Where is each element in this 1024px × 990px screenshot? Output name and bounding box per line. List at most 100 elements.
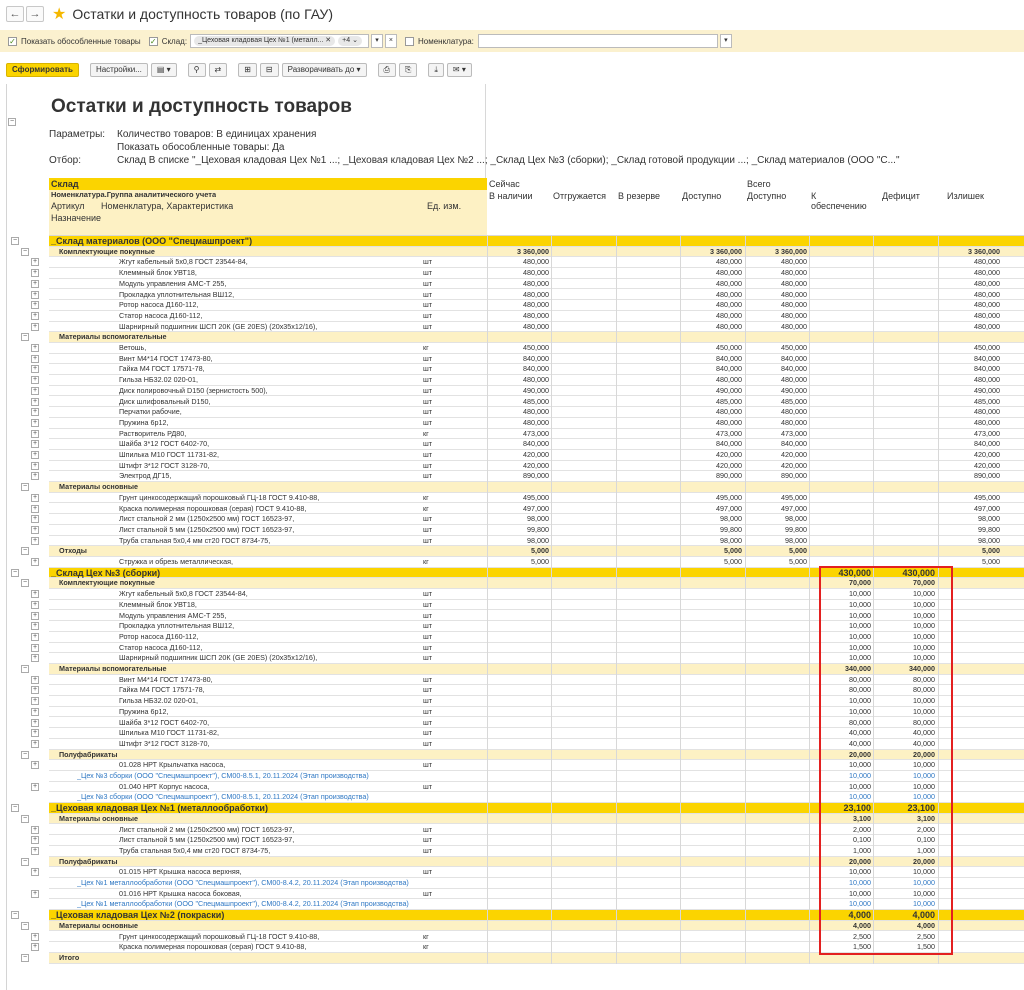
table-row[interactable]: Шайба 3*12 ГОСТ 6402-70, шт 840,000 840,000… [49, 439, 1024, 450]
expand-icon[interactable]: + [31, 590, 39, 599]
expand-icon[interactable]: + [31, 558, 39, 566]
table-row[interactable]: Шарнирный подшипник ШСП 20К (GE 20ES) (2… [49, 321, 1024, 333]
favorite-star-icon[interactable]: ★ [52, 4, 66, 24]
group-expand-icon[interactable]: ⊞ [238, 63, 257, 77]
collapse-icon[interactable]: − [21, 953, 29, 962]
expand-icon[interactable]: + [31, 739, 39, 748]
table-row[interactable]: Модуль управления АМС-Т 255, шт 480,000 480… [49, 278, 1024, 290]
expand-icon[interactable]: + [31, 418, 39, 427]
expand-icon[interactable]: + [31, 440, 39, 449]
table-row[interactable]: Труба стальная 5х0,4 мм ст20 ГОСТ 8734-7… [49, 535, 1024, 547]
expand-icon[interactable]: + [31, 932, 39, 941]
expand-icon[interactable]: + [31, 825, 39, 834]
find-next-icon[interactable]: ⇄ [208, 63, 228, 77]
collapse-icon[interactable]: − [21, 483, 29, 492]
header-warehouse[interactable]: Склад [51, 179, 79, 189]
expand-icon[interactable]: + [31, 354, 39, 363]
warehouse-more-tag[interactable]: +4 ⌄ [338, 36, 362, 46]
collapse-icon[interactable]: − [11, 568, 19, 577]
back-button[interactable]: ← [6, 6, 24, 22]
table-row[interactable]: Гильза НБ32.02 020-01, шт 480,000 480,000 48… [49, 375, 1024, 386]
expand-icon[interactable]: + [31, 515, 39, 524]
header-shipping[interactable]: Отгружается [553, 191, 606, 201]
expand-icon[interactable]: + [31, 846, 39, 855]
group-row[interactable]: Материалы вспомогательные [49, 332, 1024, 343]
expand-icon[interactable]: + [31, 718, 39, 727]
expand-icon[interactable]: + [31, 943, 39, 952]
table-row[interactable]: Ротор насоса Д160-112, шт 480,000 480,000 48… [49, 300, 1024, 311]
group-row[interactable]: Отходы 5,000 5,000 5,000 5,000 [49, 546, 1024, 557]
expand-icon[interactable]: + [31, 493, 39, 502]
collapse-icon[interactable]: − [21, 247, 29, 256]
expand-icon[interactable]: + [31, 675, 39, 684]
collapse-icon[interactable]: − [21, 750, 29, 759]
collapse-icon[interactable]: − [21, 579, 29, 588]
preview-icon[interactable]: ⎘ [398, 63, 418, 77]
table-row[interactable]: Диск полировочный D150 (зернистость 500)… [49, 385, 1024, 397]
table-row[interactable]: Гайка М4 ГОСТ 17571-78, шт 840,000 840,000 8… [49, 364, 1024, 376]
expand-icon[interactable]: + [31, 451, 39, 459]
expand-icon[interactable]: + [31, 868, 39, 877]
checkbox-unchecked-icon[interactable] [404, 36, 414, 46]
expand-icon[interactable]: + [31, 536, 39, 545]
expand-icon[interactable]: + [31, 611, 39, 620]
table-row[interactable]: Перчатки рабочие, шт 480,000 480,000 480,000… [49, 407, 1024, 418]
expand-icon[interactable]: + [31, 836, 39, 845]
collapse-icon[interactable]: − [11, 804, 19, 813]
header-nom-group[interactable]: Номенклатура.Группа аналитического учета [51, 190, 216, 199]
table-row[interactable]: Растворитель РД80, кг 473,000 473,000 473,00… [49, 428, 1024, 440]
header-article[interactable]: Артикул [51, 201, 85, 211]
expand-icon[interactable]: + [31, 729, 39, 738]
group-collapse-icon[interactable]: ⊟ [259, 63, 279, 77]
expand-icon[interactable]: + [31, 782, 39, 791]
table-row[interactable]: Диск шлифовальный D150, шт 485,000 485,000 4… [49, 396, 1024, 408]
collapse-icon[interactable]: − [11, 911, 19, 920]
expand-icon[interactable]: + [31, 397, 39, 406]
table-row[interactable]: Статор насоса Д160-112, шт 480,000 480,000 4… [49, 310, 1024, 322]
forward-button[interactable]: → [26, 6, 44, 22]
expand-icon[interactable]: + [31, 365, 39, 374]
expand-to-button[interactable]: Разворачивать до ▾ [281, 63, 367, 77]
header-surplus[interactable]: Излишек [947, 191, 984, 201]
header-reserved[interactable]: В резерве [618, 191, 660, 201]
settings-button[interactable]: Настройки... [89, 63, 148, 77]
group-row[interactable]: Комплектующие покупные 3 360,000 3 360,000… [49, 246, 1024, 258]
expand-icon[interactable]: + [31, 269, 39, 278]
print-icon[interactable]: ⎙ [377, 63, 396, 77]
expand-icon[interactable]: + [31, 600, 39, 609]
table-row[interactable]: Жгут кабельный 5х0,8 ГОСТ 23544-84, шт 480… [49, 257, 1024, 269]
table-row[interactable]: Лист стальной 5 мм (1250х2500 мм) ГОСТ 1… [49, 524, 1024, 536]
expand-icon[interactable]: + [31, 290, 39, 299]
expand-icon[interactable]: + [31, 322, 39, 331]
search-icon[interactable]: ⚲ [187, 63, 206, 77]
expand-icon[interactable]: + [31, 632, 39, 641]
expand-icon[interactable]: + [31, 472, 39, 481]
checkbox-checked-icon[interactable]: ✓ [148, 36, 158, 46]
table-row[interactable]: Клеммный блок УВТ18, шт 480,000 480,000 480,… [49, 268, 1024, 279]
mail-icon[interactable]: ✉ ▾ [446, 63, 472, 77]
dropdown-icon[interactable]: ▾ [719, 34, 732, 48]
save-icon[interactable]: ⤓ [428, 63, 444, 77]
table-row[interactable]: Краска полимерная порошковая (серая) ГОС… [49, 503, 1024, 515]
collapse-icon[interactable]: − [21, 857, 29, 866]
generate-button[interactable]: Сформировать [6, 63, 79, 77]
header-purpose[interactable]: Назначение [51, 213, 101, 223]
expand-icon[interactable]: + [31, 525, 39, 534]
nomenclature-input[interactable] [477, 34, 718, 48]
variants-button[interactable]: ▤ ▾ [150, 63, 177, 77]
header-nomenclature[interactable]: Номенклатура, Характеристика [101, 201, 233, 211]
expand-icon[interactable]: + [31, 889, 39, 898]
table-row[interactable]: Лист стальной 2 мм (1250х2500 мм) ГОСТ 1… [49, 514, 1024, 525]
collapse-icon[interactable]: − [21, 814, 29, 823]
warehouse-field[interactable]: _Цеховая кладовая Цех №1 (металл... ✕ +4 … [190, 34, 369, 48]
expand-icon[interactable]: + [31, 279, 39, 288]
header-to-provide[interactable]: К обеспечению [811, 191, 873, 211]
clear-icon[interactable]: × [384, 34, 397, 48]
header-in-stock[interactable]: В наличии [489, 191, 533, 201]
checkbox-checked-icon[interactable]: ✓ [8, 36, 17, 46]
expand-icon[interactable]: + [31, 761, 39, 770]
expand-icon[interactable]: + [31, 344, 39, 352]
warehouse-row[interactable]: _Склад материалов (ООО "Спецмашпроект") [49, 236, 1024, 247]
expand-icon[interactable]: + [31, 311, 39, 320]
expand-icon[interactable]: + [31, 429, 39, 438]
